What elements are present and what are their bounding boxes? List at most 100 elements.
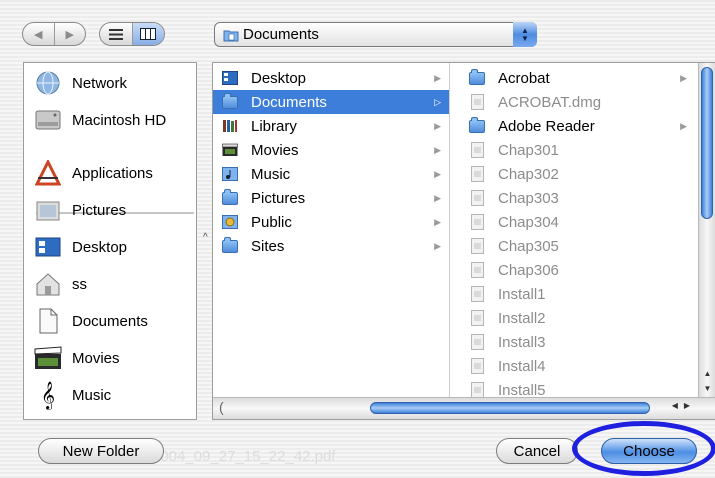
list-item[interactable]: Movies ▶ bbox=[213, 138, 449, 162]
view-mode-control[interactable] bbox=[99, 22, 165, 46]
chevron-right-icon: ▶ bbox=[434, 240, 441, 251]
list-item[interactable]: Chap303 bbox=[458, 186, 695, 210]
sidebar-resize-handle[interactable]: ^ bbox=[203, 232, 208, 243]
network-globe-icon bbox=[34, 69, 62, 97]
cancel-button[interactable]: Cancel bbox=[496, 438, 578, 464]
chevron-right-icon: ▶ bbox=[434, 192, 441, 203]
documents-folder-icon bbox=[221, 92, 239, 111]
file-icon bbox=[468, 261, 486, 279]
sidebar-item-label: Movies bbox=[72, 349, 120, 367]
list-item[interactable]: Chap304 bbox=[458, 210, 695, 234]
pictures-folder-icon bbox=[221, 188, 239, 207]
back-arrow-icon[interactable]: ◀ bbox=[23, 23, 54, 45]
sidebar-item-pictures[interactable]: Pictures bbox=[34, 196, 126, 224]
chevron-right-icon: ▷ bbox=[434, 96, 441, 107]
list-item[interactable]: Desktop ▶ bbox=[213, 66, 449, 90]
file-icon bbox=[468, 285, 486, 303]
movies-clapper-icon bbox=[34, 344, 62, 372]
list-item[interactable]: Public ▶ bbox=[213, 210, 449, 234]
column-browser: Desktop ▶ Documents ▷ Library ▶ Movies ▶ Mus… bbox=[212, 62, 715, 420]
list-item[interactable]: Chap306 bbox=[458, 258, 695, 282]
sidebar-item-label: Documents bbox=[72, 312, 148, 330]
file-icon bbox=[468, 189, 486, 207]
list-item[interactable]: Chap301 bbox=[458, 138, 695, 162]
sidebar-item-applications[interactable]: Applications bbox=[34, 159, 153, 187]
music-note-icon: 𝄞 bbox=[40, 381, 56, 409]
list-item[interactable]: Sites ▶ bbox=[213, 234, 449, 258]
sidebar: Network Macintosh HD Applications Pictur… bbox=[23, 62, 197, 420]
new-folder-button[interactable]: New Folder bbox=[38, 438, 164, 464]
sidebar-item-label: Music bbox=[72, 386, 112, 404]
vertical-scrollbar[interactable]: ▲ ▼ bbox=[698, 63, 715, 399]
library-folder-icon bbox=[221, 117, 239, 135]
chevron-right-icon: ▶ bbox=[434, 216, 441, 227]
list-item[interactable]: ACROBAT.dmg bbox=[458, 90, 695, 114]
list-item[interactable]: Install2 bbox=[458, 306, 695, 330]
sidebar-item-movies[interactable]: Movies bbox=[34, 344, 120, 372]
list-item[interactable]: Adobe Reader ▶ bbox=[458, 114, 695, 138]
forward-arrow-icon[interactable]: ▶ bbox=[53, 23, 86, 45]
file-icon bbox=[468, 165, 486, 183]
file-icon bbox=[468, 357, 486, 375]
background-filename-text: 2004_09_27_15_22_42.pdf bbox=[152, 448, 336, 465]
file-icon bbox=[468, 141, 486, 159]
scroll-down-arrow-icon[interactable]: ▼ bbox=[704, 384, 712, 393]
documents-folder-icon bbox=[223, 28, 239, 42]
column-view-icon[interactable] bbox=[131, 23, 164, 45]
list-item[interactable]: Documents ▷ bbox=[213, 90, 449, 114]
column-divider[interactable] bbox=[449, 63, 450, 399]
sites-folder-icon bbox=[221, 236, 239, 255]
scroll-left-arrow-icon[interactable]: ◀ bbox=[672, 401, 684, 410]
path-popup-label: Documents bbox=[243, 26, 319, 43]
file-icon bbox=[468, 333, 486, 351]
back-forward-control[interactable]: ◀ ▶ bbox=[22, 22, 86, 46]
home-icon bbox=[34, 270, 62, 298]
file-icon bbox=[468, 237, 486, 255]
sidebar-item-label: Applications bbox=[72, 164, 153, 182]
sidebar-item-documents[interactable]: Documents bbox=[34, 307, 148, 335]
list-item[interactable]: Pictures ▶ bbox=[213, 186, 449, 210]
horizontal-scroll-thumb[interactable] bbox=[370, 402, 650, 414]
file-icon bbox=[468, 93, 486, 111]
sidebar-item-home[interactable]: ss bbox=[34, 270, 87, 298]
list-item[interactable]: Chap305 bbox=[458, 234, 695, 258]
browser-column-home: Desktop ▶ Documents ▷ Library ▶ Movies ▶ Mus… bbox=[213, 63, 449, 399]
chevron-right-icon: ▶ bbox=[680, 72, 687, 83]
desktop-folder-icon bbox=[34, 233, 62, 261]
list-item[interactable]: Music ▶ bbox=[213, 162, 449, 186]
sidebar-item-macintosh-hd[interactable]: Macintosh HD bbox=[34, 106, 166, 134]
list-item[interactable]: Acrobat ▶ bbox=[458, 66, 695, 90]
list-item[interactable]: Library ▶ bbox=[213, 114, 449, 138]
sidebar-item-music[interactable]: 𝄞 Music bbox=[34, 381, 111, 409]
scroll-right-arrow-icon[interactable]: ▶ bbox=[684, 401, 696, 410]
file-icon bbox=[468, 213, 486, 231]
list-item[interactable]: Install3 bbox=[458, 330, 695, 354]
applications-icon bbox=[34, 159, 62, 187]
sidebar-item-label: Pictures bbox=[72, 201, 127, 219]
choose-button[interactable]: Choose bbox=[601, 438, 697, 464]
public-folder-icon bbox=[221, 213, 239, 231]
chevron-right-icon: ▶ bbox=[434, 120, 441, 131]
sidebar-item-desktop[interactable]: Desktop bbox=[34, 233, 127, 261]
sidebar-item-label: Desktop bbox=[72, 238, 128, 256]
sidebar-item-network[interactable]: Network bbox=[34, 69, 127, 97]
scroll-up-arrow-icon[interactable]: ▲ bbox=[704, 369, 712, 378]
chevron-right-icon: ▶ bbox=[434, 168, 441, 179]
path-popup[interactable]: Documents ▲ ▼ bbox=[214, 22, 537, 47]
chevron-up-down-icon: ▲ ▼ bbox=[513, 22, 537, 47]
vertical-scroll-thumb[interactable] bbox=[701, 67, 713, 219]
horizontal-scrollbar[interactable]: ( ◀▶ bbox=[213, 397, 715, 419]
scroll-track-end-icon: ( bbox=[219, 399, 224, 415]
desktop-folder-icon bbox=[221, 69, 239, 87]
list-item[interactable]: Chap302 bbox=[458, 162, 695, 186]
music-folder-icon bbox=[221, 165, 239, 183]
chevron-right-icon: ▶ bbox=[434, 144, 441, 155]
sidebar-item-label: Macintosh HD bbox=[72, 111, 167, 129]
folder-icon bbox=[468, 68, 486, 87]
list-item[interactable]: Install4 bbox=[458, 354, 695, 378]
pictures-folder-icon bbox=[34, 196, 62, 224]
sidebar-item-label: Network bbox=[72, 74, 128, 92]
list-item[interactable]: Install1 bbox=[458, 282, 695, 306]
hard-drive-icon bbox=[34, 106, 62, 134]
list-view-icon[interactable] bbox=[100, 23, 132, 45]
